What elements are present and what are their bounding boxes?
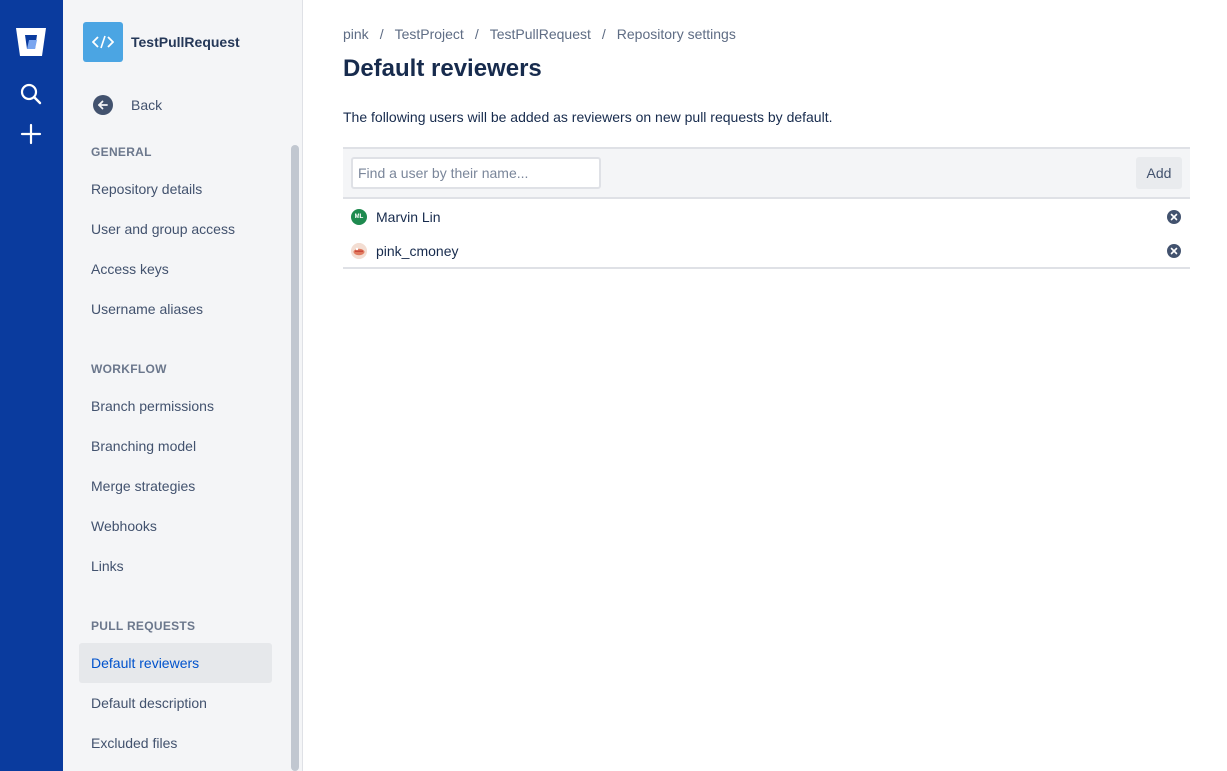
default-reviewers-panel: Add ML Marvin Lin bbox=[343, 147, 1190, 269]
breadcrumb-item-project[interactable]: TestProject bbox=[395, 26, 464, 42]
breadcrumb-separator: / bbox=[601, 26, 606, 42]
sidebar-item-webhooks[interactable]: Webhooks bbox=[79, 506, 272, 546]
sidebar-item-branch-permissions[interactable]: Branch permissions bbox=[79, 386, 272, 426]
code-icon bbox=[92, 35, 114, 49]
sidebar-item-access-keys[interactable]: Access keys bbox=[79, 249, 272, 289]
breadcrumb-item-repository-settings[interactable]: Repository settings bbox=[617, 26, 736, 42]
breadcrumb-item-pink[interactable]: pink bbox=[343, 26, 369, 42]
reviewer-row: ML Marvin Lin bbox=[343, 200, 1190, 234]
sidebar-scrollbar[interactable] bbox=[291, 145, 299, 771]
breadcrumb: pink / TestProject / TestPullRequest / R… bbox=[343, 26, 736, 42]
back-label: Back bbox=[131, 97, 163, 113]
sidebar-item-excluded-files[interactable]: Excluded files bbox=[79, 723, 272, 763]
sidebar-item-default-description[interactable]: Default description bbox=[79, 683, 272, 723]
avatar bbox=[351, 243, 367, 259]
plus-icon[interactable] bbox=[19, 122, 43, 146]
sidebar-item-links[interactable]: Links bbox=[79, 546, 272, 586]
search-icon[interactable] bbox=[19, 82, 43, 106]
repo-avatar bbox=[83, 22, 123, 62]
avatar-initials: ML bbox=[354, 214, 364, 220]
sidebar-item-username-aliases[interactable]: Username aliases bbox=[79, 289, 272, 329]
remove-reviewer-icon[interactable] bbox=[1167, 244, 1181, 258]
user-avatar-image-icon bbox=[351, 243, 367, 259]
breadcrumb-separator: / bbox=[474, 26, 479, 42]
breadcrumb-item-repository[interactable]: TestPullRequest bbox=[490, 26, 591, 42]
sidebar: TestPullRequest Back GENERAL Repository … bbox=[63, 0, 303, 771]
page-title: Default reviewers bbox=[343, 55, 542, 82]
repo-header[interactable]: TestPullRequest bbox=[83, 22, 240, 62]
arrow-left-icon bbox=[93, 95, 113, 115]
section-title-workflow: WORKFLOW bbox=[91, 362, 167, 376]
sidebar-item-merge-strategies[interactable]: Merge strategies bbox=[79, 466, 272, 506]
section-title-pull-requests: PULL REQUESTS bbox=[91, 619, 196, 633]
remove-reviewer-icon[interactable] bbox=[1167, 210, 1181, 224]
add-reviewer-bar: Add bbox=[343, 149, 1190, 199]
bitbucket-logo-icon[interactable] bbox=[15, 27, 47, 57]
page-description: The following users will be added as rev… bbox=[343, 109, 833, 125]
back-link[interactable]: Back bbox=[93, 95, 162, 115]
reviewer-name: Marvin Lin bbox=[376, 209, 441, 225]
sidebar-item-repository-details[interactable]: Repository details bbox=[79, 169, 272, 209]
add-button[interactable]: Add bbox=[1136, 157, 1182, 189]
breadcrumb-separator: / bbox=[379, 26, 384, 42]
reviewer-name: pink_cmoney bbox=[376, 243, 459, 259]
section-title-general: GENERAL bbox=[91, 145, 152, 159]
repo-name: TestPullRequest bbox=[131, 34, 240, 50]
sidebar-item-user-and-group-access[interactable]: User and group access bbox=[79, 209, 272, 249]
sidebar-item-default-reviewers[interactable]: Default reviewers bbox=[79, 643, 272, 683]
user-search-input[interactable] bbox=[351, 157, 601, 189]
global-nav bbox=[0, 0, 63, 771]
avatar: ML bbox=[351, 209, 367, 225]
reviewer-row: pink_cmoney bbox=[343, 234, 1190, 268]
sidebar-item-branching-model[interactable]: Branching model bbox=[79, 426, 272, 466]
